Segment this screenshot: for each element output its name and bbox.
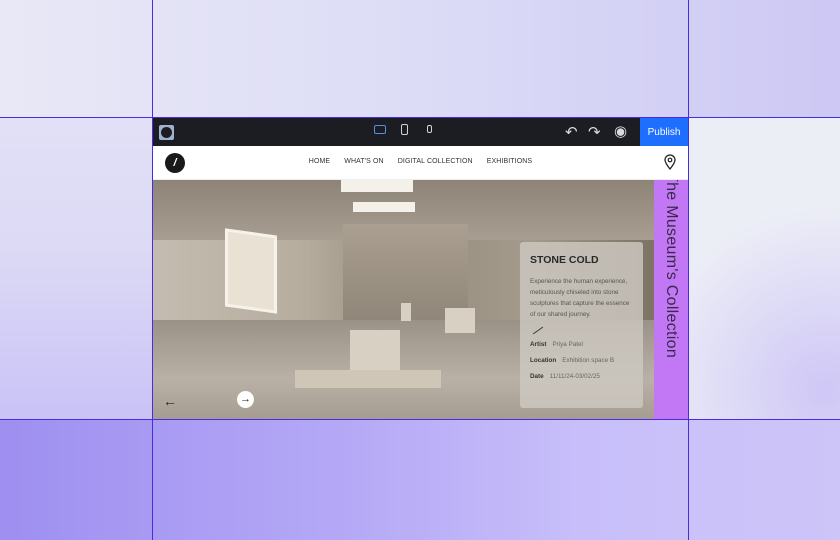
nav-home[interactable]: HOME	[309, 158, 330, 165]
hero-gallery-image: STONE COLD Experience the human experien…	[153, 180, 654, 419]
collection-side-strip[interactable]: The Museum's Collection	[654, 180, 688, 419]
site-editor-frame: ↶ ↷ ◉ Publish / HOME WHAT'S ON DIGITAL C…	[153, 118, 688, 419]
painting	[225, 228, 277, 314]
nav-menu: HOME WHAT'S ON DIGITAL COLLECTION EXHIBI…	[153, 158, 688, 165]
artist-label: Artist	[530, 341, 547, 348]
guide-line	[0, 419, 840, 420]
site-nav: / HOME WHAT'S ON DIGITAL COLLECTION EXHI…	[153, 146, 688, 180]
exhibition-card: STONE COLD Experience the human experien…	[520, 242, 643, 408]
date-label: Date	[530, 373, 544, 380]
guide-line	[688, 0, 689, 540]
location-value: Exhibition space B	[562, 357, 615, 364]
nav-digital-collection[interactable]: DIGITAL COLLECTION	[398, 158, 473, 165]
collection-side-text: The Museum's Collection	[663, 180, 680, 359]
background-right	[688, 117, 840, 419]
prev-arrow-icon[interactable]: ←	[163, 393, 177, 409]
undo-icon[interactable]: ↶	[565, 123, 578, 141]
background-bottom	[0, 419, 840, 540]
tablet-icon[interactable]	[401, 124, 408, 135]
editor-toolbar: ↶ ↷ ◉ Publish	[153, 118, 688, 146]
preview-eye-icon[interactable]: ◉	[614, 122, 627, 140]
guide-line	[152, 0, 153, 540]
location-label: Location	[530, 357, 557, 364]
desktop-icon[interactable]	[374, 125, 386, 134]
mobile-icon[interactable]	[427, 125, 432, 133]
date-value: 11/11/24-03/02/25	[549, 373, 600, 380]
site-logo-icon[interactable]	[159, 125, 174, 140]
exhibition-title: STONE COLD	[530, 254, 599, 266]
location-pin-icon[interactable]	[664, 154, 676, 170]
artist-value: Priya Patel	[552, 341, 583, 348]
redo-icon[interactable]: ↷	[588, 123, 601, 141]
nav-whats-on[interactable]: WHAT'S ON	[344, 158, 383, 165]
guide-line	[0, 117, 840, 118]
nav-exhibitions[interactable]: EXHIBITIONS	[487, 158, 532, 165]
publish-button[interactable]: Publish	[640, 118, 688, 146]
next-arrow-button[interactable]: →	[237, 391, 254, 408]
divider-slash	[532, 326, 544, 335]
background-top	[0, 0, 840, 117]
exhibition-description: Experience the human experience, meticul…	[530, 278, 630, 318]
